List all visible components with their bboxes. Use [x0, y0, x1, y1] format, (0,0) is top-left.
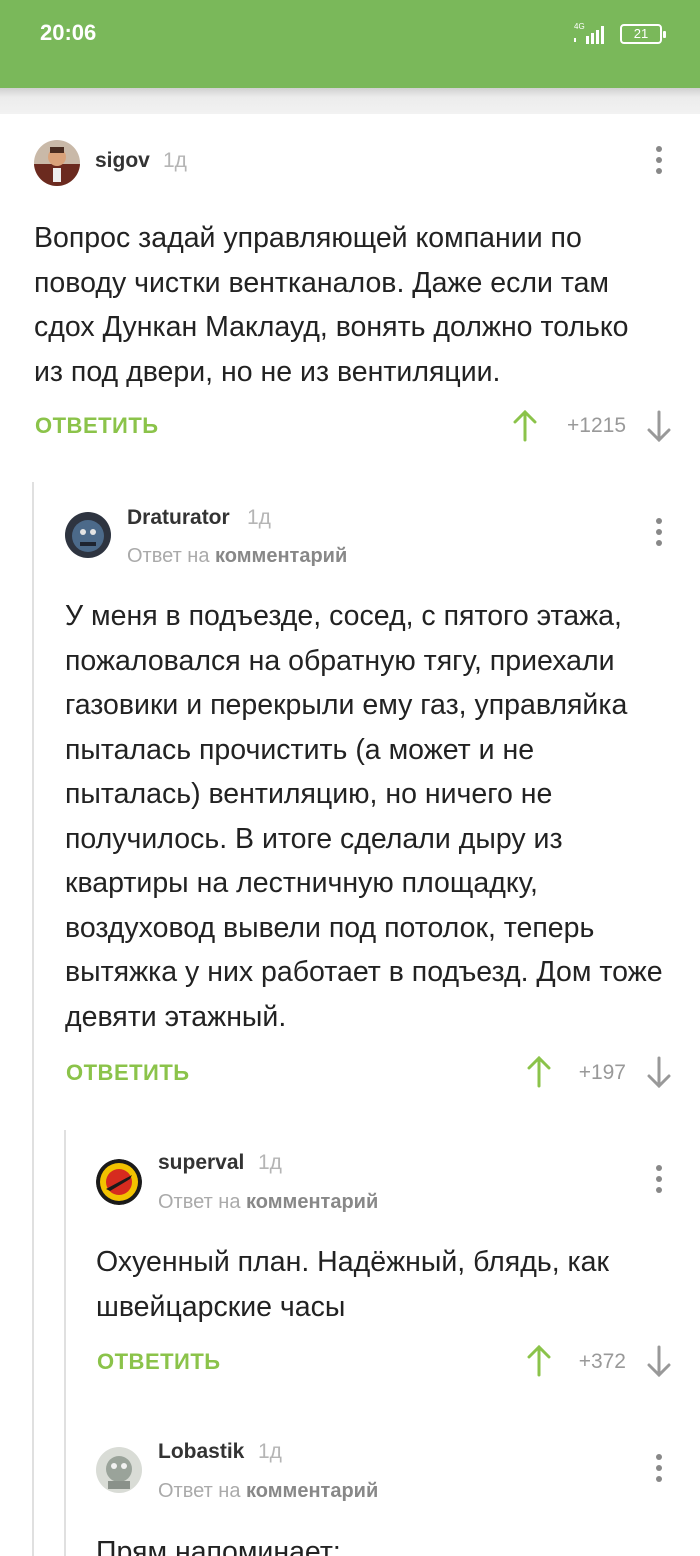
vote-score: +1215 [567, 414, 626, 437]
more-vertical-icon[interactable] [655, 1165, 663, 1195]
comment-text: Прям напоминает: [96, 1536, 341, 1556]
comment-time: 1д [258, 1151, 282, 1174]
signal-icon: 4G [574, 22, 604, 44]
vote-score: +197 [578, 1061, 626, 1084]
avatar-image [96, 1159, 142, 1205]
reply-button[interactable]: ОТВЕТИТЬ [97, 1349, 221, 1375]
comment-feed[interactable]: sigov 1д Вопрос задай управляющей компан… [0, 114, 700, 1556]
reply-prefix: Ответ на [158, 1480, 241, 1502]
avatar[interactable] [65, 512, 111, 558]
thread-line [64, 1130, 66, 1556]
battery-icon: 21 [620, 24, 666, 44]
username[interactable]: superval [158, 1151, 244, 1175]
status-bar: 20:06 4G 21 [0, 0, 700, 88]
vote-score: +372 [578, 1350, 626, 1373]
reply-button[interactable]: ОТВЕТИТЬ [35, 413, 159, 439]
arrow-down-icon[interactable] [647, 1056, 671, 1088]
status-time: 20:06 [40, 20, 97, 45]
reply-button[interactable]: ОТВЕТИТЬ [66, 1060, 190, 1086]
comment-time: 1д [163, 149, 187, 172]
arrow-down-icon[interactable] [647, 410, 671, 442]
username[interactable]: Draturator [127, 506, 230, 530]
reply-target-link[interactable]: комментарий [215, 545, 347, 567]
avatar-image [65, 512, 111, 558]
avatar[interactable] [96, 1447, 142, 1493]
arrow-down-icon[interactable] [647, 1345, 671, 1377]
reply-to: Ответ на комментарий [158, 1191, 378, 1214]
comment-text: Охуенный план. Надёжный, блядь, как швей… [96, 1246, 609, 1323]
reply-target-link[interactable]: комментарий [246, 1480, 378, 1502]
arrow-up-icon[interactable] [513, 410, 537, 442]
more-vertical-icon[interactable] [655, 146, 663, 176]
thread-line [32, 482, 34, 1556]
comment-text: У меня в подъезде, сосед, с пятого этажа… [65, 600, 663, 1033]
username[interactable]: sigov [95, 149, 150, 173]
avatar-image [34, 140, 80, 186]
username[interactable]: Lobastik [158, 1440, 244, 1464]
comment-time: 1д [247, 506, 271, 529]
reply-to: Ответ на комментарий [127, 545, 347, 568]
reply-to: Ответ на комментарий [158, 1480, 378, 1503]
comment-time: 1д [258, 1440, 282, 1463]
comment-text: Вопрос задай управляющей компании по пов… [34, 222, 629, 388]
reply-target-link[interactable]: комментарий [246, 1191, 378, 1213]
more-vertical-icon[interactable] [655, 518, 663, 548]
reply-prefix: Ответ на [158, 1191, 241, 1213]
avatar-image [96, 1447, 142, 1493]
avatar[interactable] [96, 1159, 142, 1205]
reply-prefix: Ответ на [127, 545, 210, 567]
network-label: 4G [574, 22, 585, 31]
toolbar-shadow [0, 88, 700, 114]
battery-level: 21 [633, 26, 649, 41]
more-vertical-icon[interactable] [655, 1454, 663, 1484]
avatar[interactable] [34, 140, 80, 186]
